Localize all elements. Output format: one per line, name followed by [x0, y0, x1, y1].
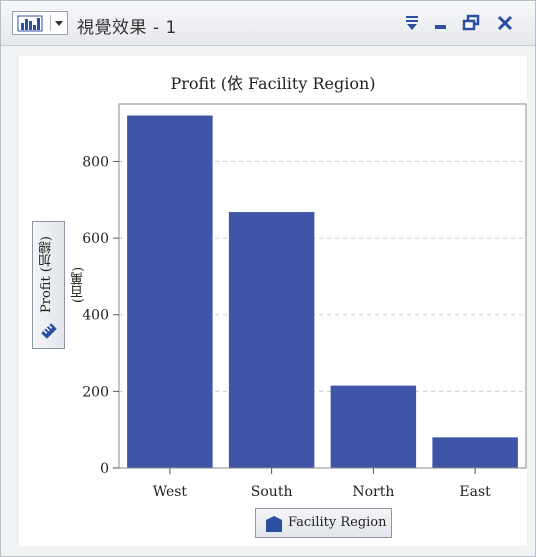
y-tick-label: 600	[82, 231, 109, 247]
bar-south[interactable]	[228, 212, 315, 468]
dropdown-arrow-icon[interactable]	[52, 14, 66, 32]
x-tick-label: East	[459, 484, 491, 500]
button-separator	[50, 15, 51, 31]
minimize-icon[interactable]	[431, 13, 451, 33]
restore-icon[interactable]	[461, 13, 481, 33]
y-tick-label: 400	[82, 308, 109, 324]
chart-area: Profit (依 Facility Region) Profit (加總) (…	[19, 56, 527, 546]
bar-chart-icon	[15, 14, 45, 32]
collapse-menu-icon[interactable]	[402, 13, 422, 33]
bar-west[interactable]	[127, 115, 213, 468]
x-tick-label: West	[153, 484, 188, 500]
category-icon	[265, 515, 283, 533]
bar-north[interactable]	[330, 385, 417, 468]
y-tick-label: 200	[82, 384, 109, 400]
chart-type-button[interactable]	[12, 11, 68, 35]
y-tick-label: 800	[82, 154, 109, 170]
x-axis-label: Facility Region	[288, 515, 387, 530]
x-tick-label: South	[251, 484, 293, 500]
close-icon[interactable]	[495, 13, 515, 33]
x-tick-label: North	[352, 484, 394, 500]
bar-chart-plot: 0 200 400 600 800 West South North East	[82, 103, 527, 500]
window-title: 視覺效果 - 1	[77, 18, 177, 38]
x-axis-role-button[interactable]: Facility Region	[255, 508, 392, 538]
bar-east[interactable]	[432, 437, 518, 468]
y-tick-label: 0	[100, 461, 109, 477]
visualization-window: 視覺效果 - 1 Profit (依 Facility Region) Prof…	[0, 0, 536, 557]
title-bar: 視覺效果 - 1	[1, 1, 535, 46]
